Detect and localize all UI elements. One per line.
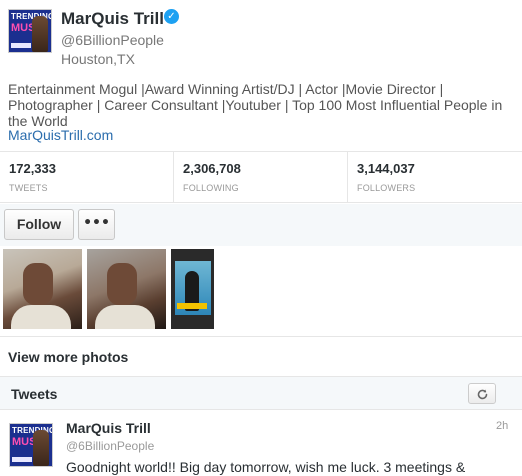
refresh-icon	[477, 389, 488, 400]
profile-bio: Entertainment Mogul |Award Winning Artis…	[8, 81, 503, 129]
tweet-author-handle[interactable]: @6BillionPeople	[66, 439, 154, 453]
profile-header: TRENDING MUSIC MarQuis Trill ✓ @6Billion…	[0, 0, 522, 150]
view-more-photos[interactable]: View more photos	[0, 336, 522, 376]
photo-thumbnail[interactable]	[3, 249, 82, 329]
profile-actions: Follow •••	[0, 204, 522, 246]
tweet-author-name[interactable]: MarQuis Trill	[66, 420, 151, 436]
tweet-item[interactable]: TRENDING MUSIC MarQuis Trill @6BillionPe…	[0, 410, 522, 476]
stat-following-label: FOLLOWING	[183, 183, 239, 193]
profile-url-link[interactable]: MarQuisTrill.com	[8, 127, 113, 143]
tweet-timestamp[interactable]: 2h	[496, 420, 508, 432]
tweet-avatar[interactable]: TRENDING MUSIC	[9, 423, 53, 467]
tweets-header-title: Tweets	[11, 386, 58, 402]
tweet-text: Goodnight world!! Big day tomorrow, wish…	[66, 459, 466, 475]
photo-strip	[0, 246, 522, 336]
profile-stats: 172,333 TWEETS 2,306,708 FOLLOWING 3,144…	[0, 151, 522, 203]
avatar-person-graphic	[32, 16, 48, 52]
verified-check-icon: ✓	[164, 9, 179, 24]
tweets-header: Tweets	[0, 376, 522, 410]
stat-tweets-value: 172,333	[9, 161, 56, 176]
avatar-bar-graphic	[12, 457, 32, 462]
stat-following[interactable]: 2,306,708 FOLLOWING	[174, 152, 348, 202]
stat-followers-label: FOLLOWERS	[357, 183, 416, 193]
stat-followers[interactable]: 3,144,037 FOLLOWERS	[348, 152, 522, 202]
follow-button[interactable]: Follow	[4, 209, 74, 240]
stat-tweets-label: TWEETS	[9, 183, 48, 193]
profile-name[interactable]: MarQuis Trill	[61, 9, 164, 29]
avatar-bar-graphic	[11, 43, 31, 48]
stat-followers-value: 3,144,037	[357, 161, 415, 176]
avatar-person-graphic	[33, 430, 49, 466]
stat-following-value: 2,306,708	[183, 161, 241, 176]
stat-tweets[interactable]: 172,333 TWEETS	[0, 152, 174, 202]
profile-handle[interactable]: @6BillionPeople	[61, 32, 164, 48]
photo-thumbnail[interactable]	[171, 249, 214, 329]
more-options-button[interactable]: •••	[78, 209, 115, 240]
refresh-button[interactable]	[468, 383, 496, 404]
photo-thumbnail[interactable]	[87, 249, 166, 329]
profile-avatar[interactable]: TRENDING MUSIC	[8, 9, 52, 53]
profile-location: Houston,TX	[61, 51, 135, 67]
view-more-photos-label: View more photos	[8, 349, 129, 365]
